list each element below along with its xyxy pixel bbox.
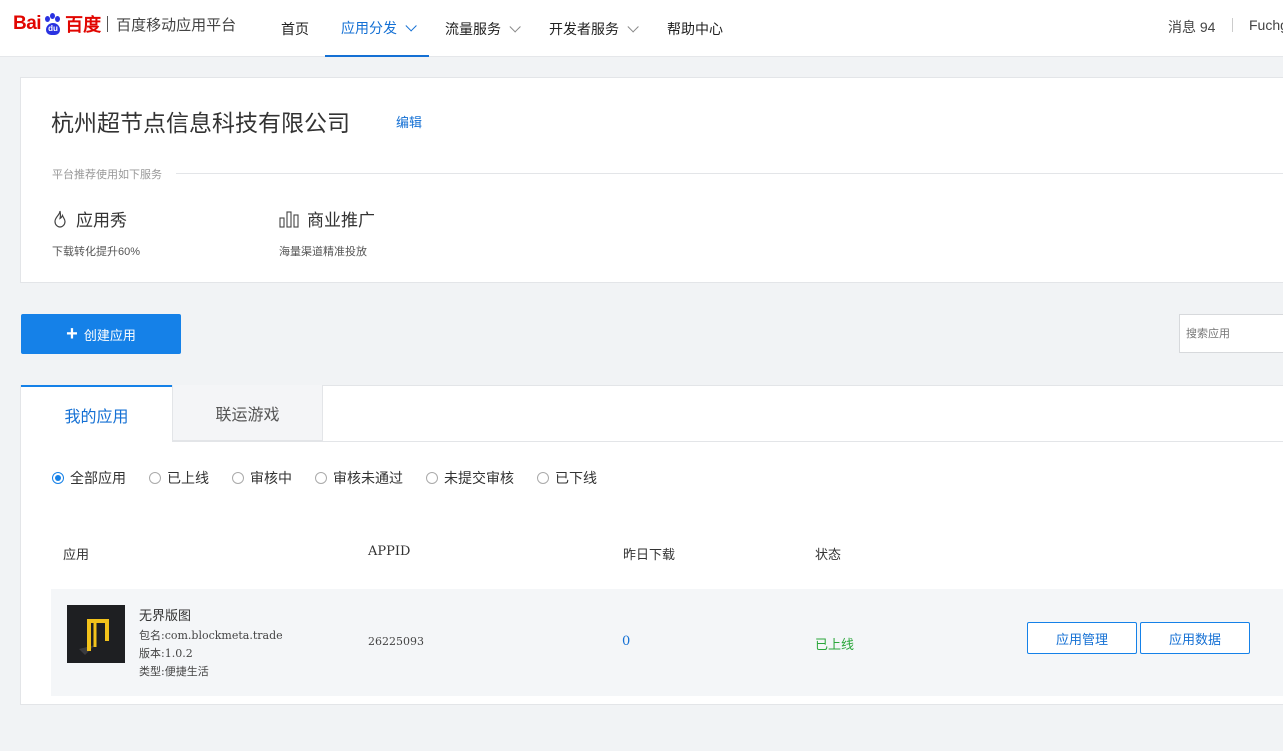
recommend-divider xyxy=(176,173,1283,174)
top-navbar: Bai du 百度 百度移动应用平台 首页 应用分发 流量服务 开发者服务 帮助… xyxy=(0,0,1283,57)
nav-app-distribution-label: 应用分发 xyxy=(341,19,397,36)
logo-divider xyxy=(107,16,109,32)
app-manage-button[interactable]: 应用管理 xyxy=(1027,622,1137,654)
app-icon xyxy=(67,605,125,663)
chevron-down-icon xyxy=(627,20,639,33)
app-data-button[interactable]: 应用数据 xyxy=(1140,622,1250,654)
status-filter-group: 全部应用 已上线 审核中 审核未通过 未提交审核 已下线 xyxy=(52,468,620,488)
nav-home-label: 首页 xyxy=(281,20,309,37)
filter-reviewing-label: 审核中 xyxy=(250,471,292,487)
nav-developer-services[interactable]: 开发者服务 xyxy=(533,0,651,57)
column-header-appid: APPID xyxy=(368,544,411,559)
radio-icon xyxy=(426,472,438,484)
flame-icon xyxy=(54,210,66,228)
company-card: 杭州超节点信息科技有限公司 编辑 平台推荐使用如下服务 应用秀 下载转化提升60… xyxy=(20,77,1283,283)
app-downloads[interactable]: 0 xyxy=(622,634,630,649)
bar-chart-icon xyxy=(279,210,299,228)
service-app-show[interactable]: 应用秀 下载转化提升60% xyxy=(52,206,140,259)
app-name[interactable]: 无界版图 xyxy=(139,605,283,624)
filter-not-submitted-label: 未提交审核 xyxy=(444,471,514,487)
service-app-show-title: 应用秀 xyxy=(76,211,127,231)
tab-joint-games[interactable]: 联运游戏 xyxy=(172,385,323,441)
plus-icon: + xyxy=(66,323,78,345)
tab-my-apps[interactable]: 我的应用 xyxy=(21,385,172,442)
paw-icon: du xyxy=(42,13,64,35)
create-app-button[interactable]: + 创建应用 xyxy=(21,314,181,354)
recommend-label: 平台推荐使用如下服务 xyxy=(52,166,168,182)
nav-traffic-services-label: 流量服务 xyxy=(445,20,501,37)
nav-help-center[interactable]: 帮助中心 xyxy=(651,0,739,57)
filter-online[interactable]: 已上线 xyxy=(149,468,209,488)
filter-all-label: 全部应用 xyxy=(70,471,126,487)
header-divider xyxy=(1232,18,1233,32)
table-row: 无界版图 包名:com.blockmeta.trade 版本:1.0.2 类型:… xyxy=(51,589,1283,696)
filter-reviewing[interactable]: 审核中 xyxy=(232,468,292,488)
nav-help-center-label: 帮助中心 xyxy=(667,20,723,37)
service-commercial-promo-desc: 海量渠道精准投放 xyxy=(279,246,367,258)
service-commercial-promo-title: 商业推广 xyxy=(307,211,375,231)
filter-offline[interactable]: 已下线 xyxy=(537,468,597,488)
nav-home[interactable]: 首页 xyxy=(265,0,325,57)
app-tabs: 我的应用 联运游戏 xyxy=(21,385,1283,442)
service-commercial-promo[interactable]: 商业推广 海量渠道精准投放 xyxy=(279,206,375,259)
service-app-show-desc: 下载转化提升60% xyxy=(52,246,141,258)
main-nav: 首页 应用分发 流量服务 开发者服务 帮助中心 xyxy=(265,0,739,57)
radio-icon xyxy=(232,472,244,484)
baidu-logo[interactable]: Bai du 百度 百度移动应用平台 xyxy=(13,8,236,40)
user-menu[interactable]: Fuchg xyxy=(1249,17,1283,33)
apps-panel: 我的应用 联运游戏 全部应用 已上线 审核中 审核未通过 未提交审核 已下线 应… xyxy=(20,385,1283,705)
nav-developer-services-label: 开发者服务 xyxy=(549,20,619,37)
app-appid: 26225093 xyxy=(368,635,424,648)
filter-all[interactable]: 全部应用 xyxy=(52,468,126,488)
chevron-down-icon xyxy=(509,20,521,33)
filter-offline-label: 已下线 xyxy=(555,471,597,487)
chevron-down-icon xyxy=(405,19,417,32)
radio-icon xyxy=(315,472,327,484)
search-app-input[interactable] xyxy=(1179,314,1283,353)
filter-rejected-label: 审核未通过 xyxy=(333,471,403,487)
logo-bai-text: Bai xyxy=(13,13,42,34)
column-header-app: 应用 xyxy=(63,548,90,563)
filter-not-submitted[interactable]: 未提交审核 xyxy=(426,468,514,488)
app-package: 包名:com.blockmeta.trade xyxy=(139,629,283,642)
radio-checked-icon xyxy=(52,472,64,484)
status-badge: 已上线 xyxy=(815,638,855,653)
column-header-status: 状态 xyxy=(815,548,842,563)
logo-du-badge: du xyxy=(48,24,58,33)
create-app-label: 创建应用 xyxy=(83,327,136,343)
app-type: 类型:便捷生活 xyxy=(139,665,209,678)
filter-online-label: 已上线 xyxy=(167,471,209,487)
column-header-downloads: 昨日下载 xyxy=(623,548,676,563)
app-version: 版本:1.0.2 xyxy=(139,647,193,660)
nav-traffic-services[interactable]: 流量服务 xyxy=(429,0,533,57)
app-meta: 无界版图 包名:com.blockmeta.trade 版本:1.0.2 类型:… xyxy=(139,605,283,681)
company-name: 杭州超节点信息科技有限公司 xyxy=(51,111,350,137)
messages-link[interactable]: 消息 94 xyxy=(1168,17,1215,37)
filter-rejected[interactable]: 审核未通过 xyxy=(315,468,403,488)
radio-icon xyxy=(537,472,549,484)
app-logo-icon xyxy=(67,605,125,663)
edit-company-link[interactable]: 编辑 xyxy=(396,112,422,131)
nav-app-distribution[interactable]: 应用分发 xyxy=(325,0,429,57)
radio-icon xyxy=(149,472,161,484)
platform-name: 百度移动应用平台 xyxy=(116,16,237,34)
logo-du-text: 百度 xyxy=(65,15,102,35)
